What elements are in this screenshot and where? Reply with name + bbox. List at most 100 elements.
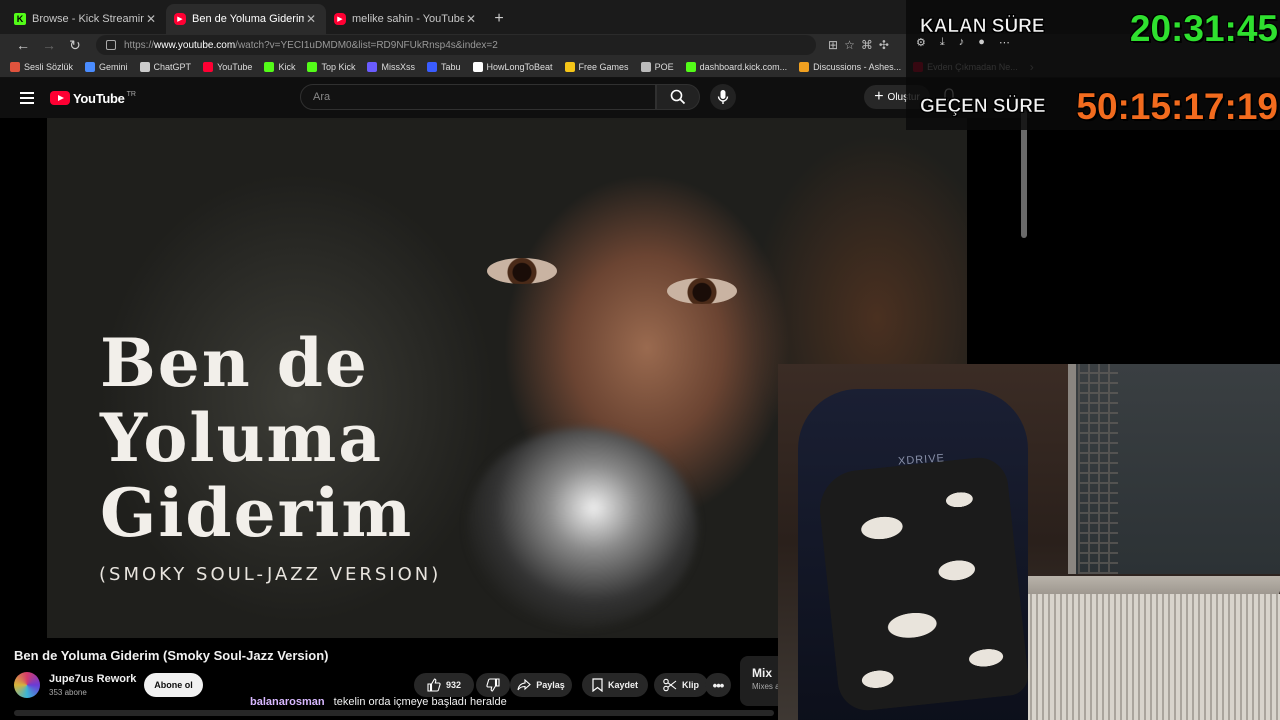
folder-icon — [640, 61, 651, 72]
bookmark-item[interactable]: Tabu — [426, 61, 461, 72]
logo-text: YouTube — [73, 90, 125, 106]
tab-youtube-melike[interactable]: ▶ melike sahin - YouTube ✕ — [326, 4, 486, 34]
region-code: TR — [126, 90, 136, 98]
youtube-logo[interactable]: YouTube TR — [50, 91, 136, 106]
thumbnail-title: Ben de Yoluma Giderim — [100, 326, 413, 551]
eye-shape — [487, 258, 557, 284]
bookmark-label: Free Games — [578, 61, 629, 72]
missxss-icon — [367, 61, 378, 72]
save-button[interactable]: Kaydet — [582, 673, 648, 697]
elapsed-time-value: 50:15:17:19 — [1076, 86, 1278, 127]
bookmark-item[interactable]: Kick — [264, 61, 296, 72]
bookmark-label: Gemini — [99, 61, 128, 72]
app-install-icon[interactable]: ⊞ — [828, 38, 838, 52]
bookmark-item[interactable]: Free Games — [564, 61, 629, 72]
tabu-icon — [426, 61, 437, 72]
description-box-edge — [14, 710, 774, 716]
url-path: /watch?v=YECI1uDMDM0&list=RD9NFUkRnsp4s&… — [235, 39, 498, 51]
sozluk-icon — [10, 61, 20, 72]
mix-title: Mix — [752, 666, 773, 680]
tab-kick-browse[interactable]: K Browse - Kick Streaming ✕ — [6, 4, 166, 34]
forward-button[interactable]: → — [36, 35, 62, 55]
thumbnail-title-line: Ben de — [100, 324, 369, 402]
bookmark-item[interactable]: ChatGPT — [139, 61, 191, 72]
bookmark-item[interactable]: YouTube — [203, 61, 253, 72]
more-actions-button[interactable]: ••• — [705, 673, 731, 697]
thumbnail-title-line: Giderim — [100, 474, 414, 552]
share-arrow-icon — [517, 679, 532, 691]
menu-icon[interactable] — [20, 92, 34, 104]
video-title: Ben de Yoluma Giderim (Smoky Soul-Jazz V… — [14, 648, 329, 663]
bookmark-label: dashboard.kick.com... — [699, 61, 788, 72]
radiator — [1008, 594, 1280, 720]
back-button[interactable]: ← — [10, 35, 36, 55]
tab-youtube-video[interactable]: ▶ Ben de Yoluma Giderim (Smoky S ✕ — [166, 4, 326, 34]
youtube-icon — [203, 61, 214, 72]
like-button[interactable]: 932 — [414, 673, 474, 697]
chat-message: balanarosman tekelin orda içmeye başladı… — [250, 696, 507, 708]
bookmark-item[interactable]: HowLongToBeat — [472, 61, 553, 72]
bookmark-item[interactable]: Gemini — [85, 61, 128, 72]
bookmark-label: Sesli Sözlük — [24, 61, 74, 72]
bookmark-item[interactable]: Top Kick — [307, 61, 355, 72]
voice-search-button[interactable] — [710, 84, 736, 110]
new-tab-button[interactable]: + — [486, 4, 512, 34]
channel-avatar[interactable] — [14, 672, 40, 698]
url-host: www.youtube.com — [154, 39, 236, 51]
remaining-time-label: KALAN SÜRE — [920, 16, 1045, 38]
hltb-icon — [472, 61, 483, 72]
bookmark-item[interactable]: POE — [640, 61, 674, 72]
search-input[interactable]: Ara — [300, 84, 656, 110]
download-icon: ⤓ — [939, 36, 945, 48]
thumbs-up-icon — [427, 678, 441, 692]
microphone-shape — [467, 428, 697, 628]
bookmark-icon — [592, 678, 603, 692]
chat-text: tekelin orda içmeye başladı heralde — [333, 696, 507, 708]
bookmark-item[interactable]: Sesli Sözlük — [10, 61, 74, 72]
subscriber-count: 353 abone — [49, 688, 87, 697]
url-field[interactable]: https://www.youtube.com/watch?v=YECI1uDM… — [96, 35, 816, 55]
dislike-button[interactable] — [476, 673, 510, 697]
thumbnail-title-line: Yoluma — [100, 399, 384, 477]
youtube-play-icon — [50, 91, 70, 105]
reload-button[interactable]: ↻ — [62, 35, 88, 55]
close-icon[interactable]: ✕ — [144, 12, 158, 26]
favorite-star-icon[interactable]: ☆ — [844, 38, 855, 52]
channel-name[interactable]: Jupe7us Rework — [49, 673, 136, 685]
elapsed-time-label: GEÇEN SÜRE — [920, 96, 1046, 118]
tab-label: Browse - Kick Streaming — [32, 13, 144, 25]
bookmark-item[interactable]: Discussions - Ashes... — [799, 61, 901, 72]
game-controller-icon[interactable]: ⌘ — [861, 38, 873, 52]
scissors-icon — [663, 678, 677, 692]
thumbs-down-icon — [486, 678, 500, 692]
search-button[interactable] — [656, 84, 700, 110]
clip-button[interactable]: Klip — [654, 673, 708, 697]
bookmark-item[interactable]: MissXss — [367, 61, 415, 72]
remaining-time-value: 20:31:45 — [1129, 8, 1278, 49]
share-label: Paylaş — [536, 680, 565, 690]
stream-timer-overlay: KALAN SÜRE 20:31:45 ⚙ ⤓ ♪ ● ⋯ GEÇEN SÜRE… — [906, 0, 1280, 130]
subscribe-button[interactable]: Abone ol — [144, 673, 203, 697]
mix-playlist-card[interactable]: Mix Mixes a — [740, 656, 780, 706]
kick-icon — [307, 61, 318, 72]
bookmark-label: HowLongToBeat — [486, 61, 553, 72]
bookmark-item[interactable]: dashboard.kick.com... — [685, 61, 788, 72]
close-icon[interactable]: ✕ — [464, 12, 478, 26]
bell-icon: ♪ — [958, 36, 965, 48]
bookmark-label: Kick — [278, 61, 296, 72]
microphone-icon — [717, 90, 729, 104]
profile-icon: ● — [978, 36, 985, 48]
more-dots-icon: ••• — [712, 677, 725, 693]
share-button[interactable]: Paylaş — [510, 673, 572, 697]
bookmark-label: MissXss — [381, 61, 415, 72]
bookmark-label: POE — [654, 61, 674, 72]
eye-shape — [667, 278, 737, 304]
close-icon[interactable]: ✕ — [304, 12, 318, 26]
youtube-header: YouTube TR Ara + Oluştur — [0, 78, 1030, 118]
mix-subtitle: Mixes a — [752, 682, 780, 691]
plus-icon: + — [874, 88, 884, 105]
extensions-icon[interactable]: ✣ — [879, 38, 889, 52]
lock-icon — [106, 40, 116, 50]
bookmark-label: YouTube — [217, 61, 253, 72]
window-grille — [1078, 364, 1118, 574]
